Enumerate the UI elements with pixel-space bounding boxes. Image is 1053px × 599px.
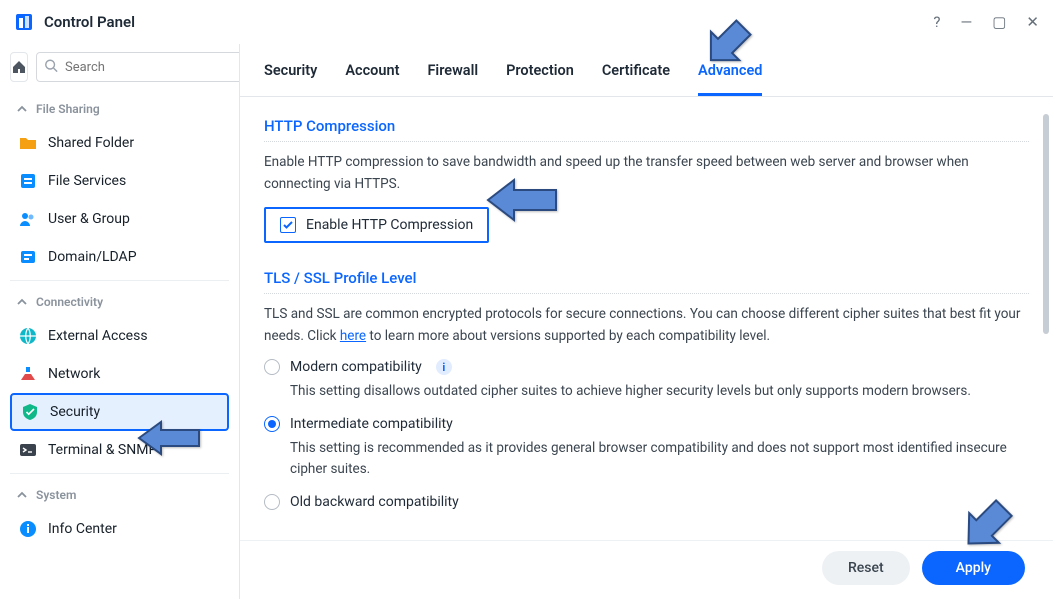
- close-button[interactable]: ✕: [1026, 13, 1039, 31]
- sidebar-item-label: Terminal & SNMP: [48, 442, 157, 458]
- checkbox-label: Enable HTTP Compression: [306, 217, 473, 233]
- tab-advanced[interactable]: Advanced: [698, 62, 762, 96]
- content-area: HTTP Compression Enable HTTP compression…: [240, 97, 1053, 599]
- radio-intermediate-desc: This setting is recommended as it provid…: [290, 438, 1029, 480]
- tab-security[interactable]: Security: [264, 62, 317, 96]
- sidebar-item-label: Shared Folder: [48, 135, 134, 151]
- tls-desc: TLS and SSL are common encrypted protoco…: [264, 304, 1029, 347]
- http-compression-desc: Enable HTTP compression to save bandwidt…: [264, 152, 1029, 195]
- window-title: Control Panel: [44, 13, 933, 31]
- section-file-sharing[interactable]: File Sharing: [10, 92, 229, 124]
- radio-label: Modern compatibility: [290, 359, 422, 375]
- sidebar-item-label: Security: [50, 404, 100, 420]
- folder-icon: [18, 133, 38, 153]
- tls-here-link[interactable]: here: [340, 328, 366, 344]
- tab-account[interactable]: Account: [345, 62, 399, 96]
- chevron-up-icon: [16, 489, 28, 501]
- sidebar-item-label: File Services: [48, 173, 126, 189]
- sidebar-item-label: Network: [48, 366, 100, 382]
- search-icon: [44, 58, 58, 77]
- sidebar-item-label: External Access: [48, 328, 148, 344]
- main-panel: Security Account Firewall Protection Cer…: [240, 44, 1053, 599]
- shield-icon: [20, 402, 40, 422]
- group-tls-ssl: TLS / SSL Profile Level: [264, 263, 1029, 294]
- group-http-compression: HTTP Compression: [264, 111, 1029, 142]
- network-icon: [18, 364, 38, 384]
- info-icon[interactable]: i: [436, 359, 452, 375]
- radio-label: Old backward compatibility: [290, 494, 459, 510]
- sidebar: File Sharing Shared Folder File Services…: [0, 44, 240, 599]
- radio-old-compatibility[interactable]: Old backward compatibility: [264, 494, 1029, 510]
- radio-modern-compatibility[interactable]: Modern compatibility i: [264, 359, 1029, 375]
- radio-modern-desc: This setting disallows outdated cipher s…: [290, 381, 1029, 402]
- app-icon: [14, 12, 34, 32]
- tab-certificate[interactable]: Certificate: [602, 62, 670, 96]
- sidebar-item-terminal-snmp[interactable]: Terminal & SNMP: [10, 431, 229, 469]
- section-connectivity[interactable]: Connectivity: [10, 285, 229, 317]
- sidebar-item-info-center[interactable]: Info Center: [10, 510, 229, 548]
- sidebar-item-file-services[interactable]: File Services: [10, 162, 229, 200]
- sidebar-item-external-access[interactable]: External Access: [10, 317, 229, 355]
- scrollbar-thumb[interactable]: [1043, 114, 1049, 334]
- sidebar-item-domain-ldap[interactable]: Domain/LDAP: [10, 238, 229, 276]
- sidebar-item-label: Domain/LDAP: [48, 249, 137, 265]
- help-button[interactable]: ?: [933, 13, 940, 31]
- search-input[interactable]: [36, 52, 240, 82]
- file-services-icon: [18, 171, 38, 191]
- radio-intermediate-compatibility[interactable]: Intermediate compatibility: [264, 416, 1029, 432]
- sidebar-item-network[interactable]: Network: [10, 355, 229, 393]
- radio-icon: [264, 416, 280, 432]
- tabs: Security Account Firewall Protection Cer…: [240, 44, 1053, 97]
- scrollbar[interactable]: [1043, 114, 1049, 534]
- footer-actions: Reset Apply: [240, 540, 1053, 599]
- sidebar-item-security[interactable]: Security: [10, 393, 229, 431]
- tab-firewall[interactable]: Firewall: [427, 62, 478, 96]
- user-group-icon: [18, 209, 38, 229]
- home-button[interactable]: [10, 52, 28, 82]
- sidebar-item-user-group[interactable]: User & Group: [10, 200, 229, 238]
- apply-button[interactable]: Apply: [922, 551, 1025, 585]
- enable-http-compression-checkbox[interactable]: Enable HTTP Compression: [264, 207, 489, 243]
- reset-button[interactable]: Reset: [822, 551, 910, 585]
- globe-icon: [18, 326, 38, 346]
- chevron-up-icon: [16, 296, 28, 308]
- home-icon: [11, 59, 27, 75]
- window-titlebar: Control Panel ? — ▢ ✕: [0, 0, 1053, 44]
- domain-icon: [18, 247, 38, 267]
- sidebar-item-label: User & Group: [48, 211, 130, 227]
- radio-label: Intermediate compatibility: [290, 416, 453, 432]
- section-system[interactable]: System: [10, 478, 229, 510]
- tab-protection[interactable]: Protection: [506, 62, 574, 96]
- radio-icon: [264, 494, 280, 510]
- sidebar-item-shared-folder[interactable]: Shared Folder: [10, 124, 229, 162]
- terminal-icon: [18, 440, 38, 460]
- checkbox-icon: [280, 217, 296, 233]
- maximize-button[interactable]: ▢: [992, 13, 1006, 31]
- chevron-up-icon: [16, 103, 28, 115]
- info-icon: [18, 519, 38, 539]
- sidebar-item-label: Info Center: [48, 521, 117, 537]
- radio-icon: [264, 359, 280, 375]
- minimize-button[interactable]: —: [961, 13, 973, 31]
